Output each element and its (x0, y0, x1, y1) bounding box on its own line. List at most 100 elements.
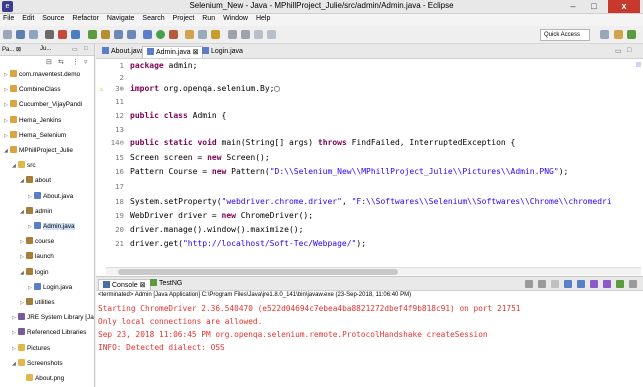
new-icon[interactable] (3, 30, 12, 39)
minimize-editor-icon[interactable]: ▭ (615, 47, 622, 55)
terminate-icon[interactable] (525, 280, 534, 288)
debug-perspective-icon[interactable] (627, 30, 636, 39)
scrollbar-thumb[interactable] (118, 269, 398, 275)
maximize-editor-icon[interactable]: □ (627, 47, 631, 54)
scroll-lock-icon[interactable] (564, 280, 573, 288)
tree-item[interactable]: ▷ Referenced Libraries (12, 328, 86, 338)
junit-tab[interactable]: Ju... (40, 46, 51, 52)
debug-icon[interactable] (143, 30, 152, 39)
tree-item[interactable]: ▷ CombineClass (4, 85, 61, 95)
tree-item[interactable]: ◢ src (12, 161, 36, 171)
tree-item[interactable]: ▷ JRE System Library [Java (12, 313, 94, 323)
tree-item[interactable]: ◢ about (20, 176, 51, 186)
view-menu-chevron-icon[interactable]: ▿ (84, 58, 88, 66)
tree-item[interactable]: ◢ admin (20, 206, 52, 217)
back-icon[interactable] (254, 30, 263, 39)
tree-item[interactable]: ▷ Pictures (12, 343, 50, 354)
menu-file[interactable]: File (0, 14, 17, 22)
coverage-icon[interactable] (169, 30, 178, 39)
skip-breakpoints-icon[interactable] (58, 30, 67, 39)
code-line[interactable]: 15 Screen screen = new Screen(); (96, 152, 643, 164)
java-perspective-icon[interactable] (614, 30, 623, 39)
tree-item[interactable]: ▷ Login.java (28, 282, 72, 293)
package-explorer-tab[interactable]: Pa... ⊠ (2, 46, 21, 53)
remove-all-icon[interactable] (551, 280, 560, 288)
tree-item[interactable]: ▷ Hema_Jenkins (4, 115, 61, 126)
editor-horizontal-scrollbar[interactable] (106, 267, 641, 275)
run-icon[interactable] (156, 30, 165, 39)
minimize-view-icon[interactable]: ▭ (72, 46, 78, 53)
code-line[interactable]: 12 public class Admin { (96, 110, 643, 122)
quick-access-field[interactable]: Quick Access (540, 29, 590, 41)
menu-search[interactable]: Search (139, 14, 167, 22)
code-line[interactable]: 17 (96, 181, 643, 193)
show-on-output-icon[interactable] (577, 280, 586, 288)
tree-item[interactable]: ▷ com.maventest.demo (4, 70, 80, 80)
link-editor-icon[interactable]: ⇆ (58, 58, 64, 66)
menu-refactor[interactable]: Refactor (69, 14, 101, 22)
pin-console-icon[interactable] (590, 280, 599, 288)
view-menu-icon[interactable]: ⋮ (72, 58, 79, 66)
java-project-icon[interactable] (101, 30, 110, 39)
code-line[interactable]: 13 (96, 124, 643, 136)
code-line[interactable]: 21 driver.get("http://localhost/Soft-Tec… (96, 238, 643, 250)
menu-project[interactable]: Project (170, 14, 198, 22)
search-icon[interactable] (198, 30, 207, 39)
new-package-icon[interactable] (114, 30, 123, 39)
testng-icon[interactable] (88, 30, 97, 39)
tree-item[interactable]: ◢ Screenshots (12, 358, 63, 369)
tree-item[interactable]: About.png (20, 374, 64, 384)
tab-testng[interactable]: TestNG (150, 279, 182, 287)
tree-item[interactable]: ▷ launch (20, 252, 54, 262)
forward-icon[interactable] (267, 30, 276, 39)
tree-item[interactable]: ◢ login (20, 267, 49, 278)
tree-item[interactable]: ▷ course (20, 237, 54, 247)
open-console-icon[interactable] (616, 280, 625, 288)
collapse-all-icon[interactable]: ⊟ (46, 58, 52, 66)
tree-item[interactable]: ▷ About.java (28, 191, 73, 202)
display-console-icon[interactable] (603, 280, 612, 288)
code-line[interactable]: 20 driver.manage().window().maximize(); (96, 224, 643, 236)
menu-help[interactable]: Help (253, 14, 273, 22)
tree-item[interactable]: ▷ Admin.java (28, 222, 75, 232)
code-line[interactable]: 19 WebDriver driver = new ChromeDriver()… (96, 210, 643, 222)
code-line[interactable]: 18 System.setProperty("webdriver.chrome.… (96, 196, 643, 208)
prev-annotation-icon[interactable] (241, 30, 250, 39)
tree-item[interactable]: ▷ Cucumber_VijayPandi (4, 100, 82, 110)
new-class-icon[interactable] (127, 30, 136, 39)
maximize-view-icon[interactable]: □ (84, 46, 88, 52)
next-annotation-icon[interactable] (228, 30, 237, 39)
tab-admin-java[interactable]: Admin.java ⊠ (142, 46, 204, 58)
annotation-icon[interactable] (211, 30, 220, 39)
menu-run[interactable]: Run (199, 14, 218, 22)
code-line[interactable]: 1 package admin; (96, 60, 643, 72)
terminal-icon[interactable] (71, 30, 80, 39)
tree-item[interactable]: ▷ Hema_Selenium (4, 130, 66, 141)
console-icon[interactable] (45, 30, 54, 39)
tab-about-java[interactable]: About.java (98, 46, 148, 58)
open-perspective-icon[interactable] (600, 30, 609, 39)
save-all-icon[interactable] (29, 30, 38, 39)
code-line[interactable]: 11 (96, 96, 643, 108)
tab-login-java[interactable]: Login.java (198, 46, 247, 58)
code-line[interactable]: ⚠ 3⊕ import org.openqa.selenium.By;▢ (96, 83, 643, 95)
tree-item[interactable]: ▷ utilities (20, 298, 55, 308)
menu-window[interactable]: Window (220, 14, 251, 22)
menu-navigate[interactable]: Navigate (104, 14, 138, 22)
code-line[interactable]: 14⊖ public static void main(String[] arg… (96, 137, 643, 149)
line-number: 13 (115, 125, 124, 134)
code-line[interactable]: 16 Pattern Course = new Pattern("D:\\Sel… (96, 166, 643, 178)
tab-console[interactable]: Console ⊠ (98, 279, 151, 290)
menu-source[interactable]: Source (39, 14, 67, 22)
open-type-icon[interactable] (185, 30, 194, 39)
view-menu-icon[interactable] (629, 280, 637, 288)
save-icon[interactable] (16, 30, 25, 39)
tree-item[interactable]: ◢ MPhillProject_Julie (4, 146, 73, 156)
code-area[interactable]: 1 package admin; 2 ⚠ 3⊕ import org.openqa.sel… (96, 60, 643, 266)
menu-edit[interactable]: Edit (19, 14, 37, 22)
close-button[interactable]: x (608, 0, 640, 13)
maximize-button[interactable]: □ (584, 0, 604, 13)
minimize-button[interactable]: – (563, 0, 583, 13)
remove-launch-icon[interactable] (538, 280, 547, 288)
overview-ruler-marker[interactable] (636, 62, 641, 67)
